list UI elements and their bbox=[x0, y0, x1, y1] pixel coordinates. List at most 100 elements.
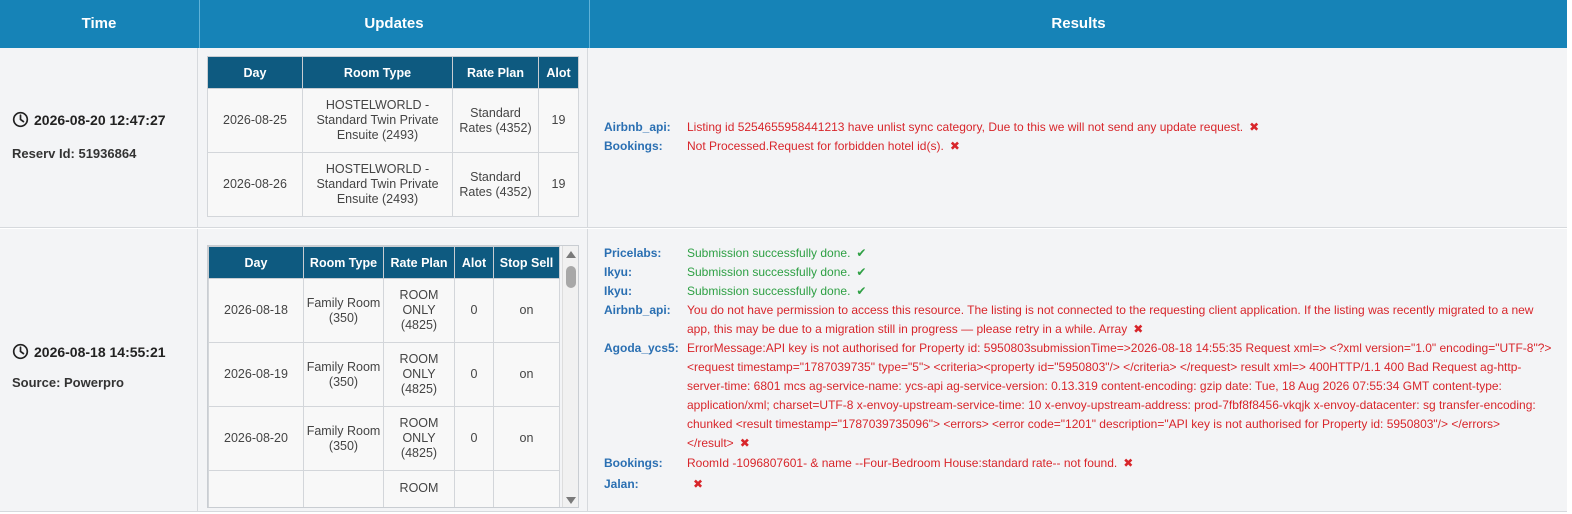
result-message: ✖ bbox=[687, 475, 1557, 494]
result-message: Submission successfully done. ✔ bbox=[687, 244, 1557, 263]
column-header-time: Time bbox=[81, 15, 117, 32]
cross-icon: ✖ bbox=[693, 477, 704, 491]
cell-stop-sell: on bbox=[493, 406, 560, 471]
check-icon: ✔ bbox=[856, 265, 867, 279]
result-label: Jalan: bbox=[604, 477, 639, 491]
th-alot: Alot bbox=[538, 56, 579, 89]
result-message: RoomId -1096807601- & name --Four-Bedroo… bbox=[687, 454, 1557, 473]
result-label: Airbnb_api: bbox=[604, 120, 671, 134]
reservation-id: Reserv Id: 51936864 bbox=[12, 146, 137, 161]
updates-table: Day Room Type Rate Plan Alot 2026-08-25 … bbox=[207, 56, 579, 217]
cell-rate-plan: ROOM ONLY (4825) bbox=[383, 278, 455, 343]
result-message-text: Submission successfully done. bbox=[687, 246, 851, 260]
cell-rate-plan: ROOM ONLY (4825) bbox=[383, 342, 455, 407]
time-cell: 2026-08-20 12:47:27 Reserv Id: 51936864 bbox=[0, 48, 198, 227]
time-cell: 2026-08-18 14:55:21 Source: Powerpro bbox=[0, 229, 198, 511]
cell-room-type bbox=[303, 470, 384, 507]
result-message: Not Processed.Request for forbidden hote… bbox=[687, 137, 1557, 156]
result-message: Submission successfully done. ✔ bbox=[687, 282, 1557, 301]
source-label: Source: Powerpro bbox=[12, 375, 124, 390]
cell-rate-plan: Standard Rates (4352) bbox=[452, 152, 539, 217]
result-message: ErrorMessage:API key is not authorised f… bbox=[687, 339, 1557, 453]
updates-table-scroll[interactable]: Day Room Type Rate Plan Alot Stop Sell 2… bbox=[207, 245, 579, 508]
cell-rate-plan: ROOM bbox=[383, 470, 455, 507]
cell-alot: 0 bbox=[454, 278, 494, 343]
result-message-text: ErrorMessage:API key is not authorised f… bbox=[687, 341, 1552, 450]
column-header-updates: Updates bbox=[199, 0, 588, 48]
cell-alot: 19 bbox=[538, 88, 579, 153]
cell-stop-sell: on bbox=[493, 278, 560, 343]
cell-day: 2026-08-25 bbox=[207, 88, 303, 153]
result-message-text: RoomId -1096807601- & name --Four-Bedroo… bbox=[687, 456, 1118, 470]
result-label: Pricelabs: bbox=[604, 246, 662, 260]
table-row: ROOM bbox=[208, 470, 560, 507]
cell-alot: 19 bbox=[538, 152, 579, 217]
table-row: 2026-08-26 HOSTELWORLD - Standard Twin P… bbox=[207, 152, 579, 217]
th-room-type: Room Type bbox=[303, 246, 384, 279]
check-icon: ✔ bbox=[856, 246, 867, 260]
th-day: Day bbox=[208, 246, 304, 279]
th-room-type: Room Type bbox=[302, 56, 453, 89]
vertical-scrollbar[interactable] bbox=[562, 246, 578, 507]
table-row: 2026-08-20 Family Room (350) ROOM ONLY (… bbox=[208, 406, 560, 471]
cell-day: 2026-08-19 bbox=[208, 342, 304, 407]
timestamp-text: 2026-08-20 12:47:27 bbox=[34, 111, 166, 128]
cell-alot bbox=[454, 470, 494, 507]
result-message-text: You do not have permission to access thi… bbox=[687, 303, 1534, 336]
results-cell: Pricelabs: Submission successfully done.… bbox=[589, 229, 1567, 511]
updates-cell: Day Room Type Rate Plan Alot 2026-08-25 … bbox=[199, 48, 588, 227]
cell-rate-plan: ROOM ONLY (4825) bbox=[383, 406, 455, 471]
cell-stop-sell: on bbox=[493, 342, 560, 407]
result-label: Ikyu: bbox=[604, 265, 633, 279]
th-rate-plan: Rate Plan bbox=[452, 56, 539, 89]
th-day: Day bbox=[207, 56, 303, 89]
cell-day: 2026-08-20 bbox=[208, 406, 304, 471]
th-alot: Alot bbox=[454, 246, 494, 279]
log-row: 2026-08-20 12:47:27 Reserv Id: 51936864 … bbox=[0, 48, 1567, 228]
th-stop-sell: Stop Sell bbox=[493, 246, 560, 279]
cross-icon: ✖ bbox=[1133, 322, 1144, 336]
result-label: Bookings: bbox=[604, 456, 663, 470]
timestamp: 2026-08-20 12:47:27 bbox=[12, 111, 166, 128]
result-message-text: Listing id 5254655958441213 have unlist … bbox=[687, 120, 1244, 134]
result-message: Listing id 5254655958441213 have unlist … bbox=[687, 118, 1557, 137]
sync-log-table: Time Updates Results 2026-08-20 12:47:27… bbox=[0, 0, 1572, 514]
cell-alot: 0 bbox=[454, 342, 494, 407]
updates-cell: Day Room Type Rate Plan Alot Stop Sell 2… bbox=[199, 229, 588, 511]
result-message: You do not have permission to access thi… bbox=[687, 301, 1557, 339]
cell-alot: 0 bbox=[454, 406, 494, 471]
result-message-text: Not Processed.Request for forbidden hote… bbox=[687, 139, 944, 153]
result-label: Ikyu: bbox=[604, 284, 633, 298]
results-cell: Airbnb_api: Listing id 5254655958441213 … bbox=[589, 48, 1567, 227]
log-row: 2026-08-18 14:55:21 Source: Powerpro Day… bbox=[0, 229, 1567, 512]
result-label: Airbnb_api: bbox=[604, 303, 671, 317]
result-message-text: Submission successfully done. bbox=[687, 284, 851, 298]
result-label: Agoda_ycs5: bbox=[604, 341, 679, 355]
column-header-results: Results bbox=[589, 0, 1567, 48]
cell-day: 2026-08-18 bbox=[208, 278, 304, 343]
updates-table: Day Room Type Rate Plan Alot Stop Sell 2… bbox=[208, 246, 560, 507]
table-header: Time Updates Results bbox=[0, 0, 1567, 48]
cell-rate-plan: Standard Rates (4352) bbox=[452, 88, 539, 153]
cross-icon: ✖ bbox=[1249, 120, 1260, 134]
cross-icon: ✖ bbox=[739, 436, 750, 450]
table-row: 2026-08-25 HOSTELWORLD - Standard Twin P… bbox=[207, 88, 579, 153]
result-label: Bookings: bbox=[604, 139, 663, 153]
check-icon: ✔ bbox=[856, 284, 867, 298]
th-rate-plan: Rate Plan bbox=[383, 246, 455, 279]
cross-icon: ✖ bbox=[1123, 456, 1134, 470]
clock-icon bbox=[12, 343, 29, 360]
timestamp: 2026-08-18 14:55:21 bbox=[12, 343, 166, 360]
clock-icon bbox=[12, 111, 29, 128]
result-message: Submission successfully done. ✔ bbox=[687, 263, 1557, 282]
arrow-down-icon[interactable] bbox=[566, 497, 576, 504]
cell-room-type: HOSTELWORLD - Standard Twin Private Ensu… bbox=[302, 152, 453, 217]
cell-room-type: HOSTELWORLD - Standard Twin Private Ensu… bbox=[302, 88, 453, 153]
scrollbar-thumb[interactable] bbox=[566, 266, 576, 288]
arrow-up-icon[interactable] bbox=[566, 251, 576, 258]
timestamp-text: 2026-08-18 14:55:21 bbox=[34, 343, 166, 360]
result-message-text: Submission successfully done. bbox=[687, 265, 851, 279]
cell-day bbox=[208, 470, 304, 507]
cell-room-type: Family Room (350) bbox=[303, 278, 384, 343]
cell-room-type: Family Room (350) bbox=[303, 406, 384, 471]
